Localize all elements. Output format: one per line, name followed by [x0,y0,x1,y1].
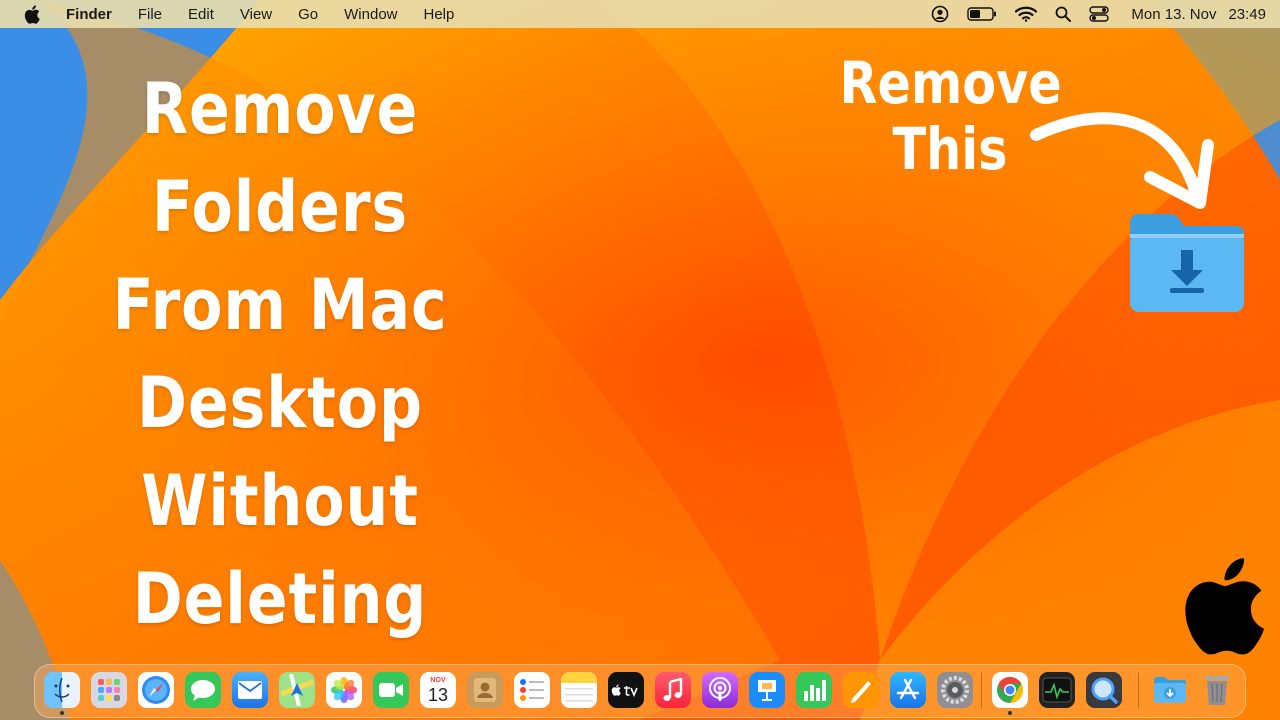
mail-icon [238,681,262,699]
numbers-icon [804,680,826,701]
photos-icon [331,677,357,703]
dock-launchpad[interactable] [91,672,127,708]
notes-icon [561,672,597,702]
menu-go[interactable]: Go [298,6,318,23]
dock-mail[interactable] [232,672,268,708]
dock-music[interactable] [655,672,691,708]
callout-line: This [892,115,1008,183]
calendar-day: 13 [427,684,449,705]
activity-monitor-icon [1042,677,1072,703]
callout-line: Remove [839,49,1062,117]
quicktime-icon [1091,677,1118,704]
headline-line: Folders [151,166,409,248]
calendar-month: NOV [430,676,446,684]
dock-calendar[interactable]: NOV 13 [420,672,456,708]
menu-edit[interactable]: Edit [188,6,214,23]
reminders-icon [520,679,544,701]
dock-chrome[interactable] [992,672,1028,708]
menu-time: 23:49 [1228,5,1266,23]
spotlight-search-icon[interactable] [1055,6,1072,22]
chrome-icon [997,676,1024,704]
dock-trash[interactable] [1199,672,1235,708]
dock-messages[interactable] [185,672,221,708]
control-center-icon[interactable] [1089,6,1110,22]
finder-icon [54,677,70,703]
apple-logo-icon [1185,558,1265,655]
dock-separator [981,673,982,709]
menu-window[interactable]: Window [344,6,397,23]
apple-tv-icon [611,684,638,697]
curved-arrow-icon [1030,112,1214,209]
running-indicator [60,711,64,715]
keynote-icon [758,680,776,701]
app-store-icon [896,678,920,700]
dock-numbers[interactable] [796,672,832,708]
running-indicator [1008,711,1012,715]
dock-safari[interactable] [138,672,174,708]
dock-facetime[interactable] [373,672,409,708]
dock-apple-tv[interactable] [608,672,644,708]
menu-help[interactable]: Help [424,6,455,23]
wifi-icon[interactable] [1015,6,1038,22]
callout-text: Remove This [839,49,1062,183]
facetime-icon [379,683,403,697]
dock-contacts[interactable] [467,672,503,708]
music-icon [663,678,683,701]
maps-icon [281,674,313,706]
menu-bar: Finder File Edit View Go Window Help Mon… [0,0,1280,28]
status-area: Mon 13. Nov 23:49 [913,5,1266,23]
dock-system-settings[interactable] [937,672,973,708]
headline-line: Desktop [137,362,423,444]
menu-app-finder[interactable]: Finder [66,6,112,23]
dock-separator [1138,673,1139,709]
launchpad-icon [98,679,120,701]
dock-maps[interactable] [279,672,315,708]
headline-title: Remove Folders From Mac Desktop Without … [74,60,487,648]
dock-pages[interactable] [843,672,879,708]
menu-file[interactable]: File [138,6,162,23]
user-account-icon[interactable] [931,5,949,23]
dock-quicktime[interactable] [1086,672,1122,708]
dock: NOV 13 [34,664,1246,718]
dock-keynote[interactable] [749,672,785,708]
podcasts-icon [709,677,731,701]
downloads-folder-icon [1154,677,1186,703]
dock-finder[interactable] [44,672,80,708]
headline-line: Remove [141,68,419,150]
headline-line: From Mac [112,264,448,346]
headline-line: Deleting [132,558,428,640]
headline-line: Without [141,460,419,542]
dock-photos[interactable] [326,672,362,708]
dock-podcasts[interactable] [702,672,738,708]
safari-icon [142,676,170,704]
gear-icon [941,676,969,704]
contacts-icon [474,678,496,702]
pages-icon [851,681,871,703]
dock-notes[interactable] [561,672,597,708]
dock-reminders[interactable] [514,672,550,708]
menu-view[interactable]: View [240,6,272,23]
battery-icon[interactable] [967,7,997,21]
menu-clock[interactable]: Mon 13. Nov 23:49 [1131,6,1266,23]
messages-icon [191,680,215,701]
menu-date: Mon 13. Nov [1131,5,1217,23]
apple-menu-icon[interactable] [24,4,42,24]
dock-app-store[interactable] [890,672,926,708]
downloads-folder-icon[interactable] [1126,210,1248,314]
trash-icon [1205,676,1229,705]
dock-downloads[interactable] [1152,672,1188,708]
dock-activity-monitor[interactable] [1039,672,1075,708]
